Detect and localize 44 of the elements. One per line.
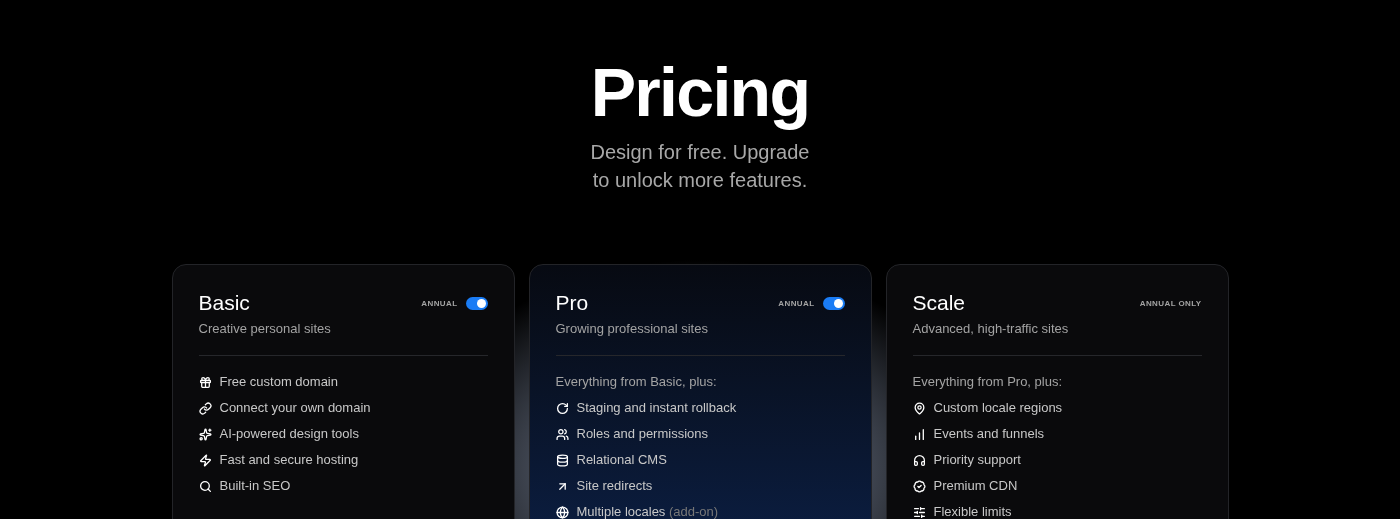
billing-label: ANNUAL: [778, 297, 815, 310]
feature-text: Roles and permissions: [576, 426, 708, 442]
billing-label: ANNUAL: [421, 297, 458, 310]
feature-text: Built-in SEO: [219, 478, 291, 494]
feature-text: Custom locale regions: [933, 400, 1063, 416]
badge-check-icon: [912, 479, 926, 493]
plan-tagline: Creative personal sites: [198, 321, 332, 337]
refresh-icon: [555, 401, 569, 415]
annual-toggle[interactable]: [465, 297, 488, 310]
feature-text: Premium CDN: [933, 478, 1018, 494]
feature-text: AI-powered design tools: [219, 426, 359, 442]
feature-text: Free custom domain: [219, 374, 338, 390]
annual-toggle[interactable]: [822, 297, 845, 310]
feature-text: Relational CMS: [576, 452, 667, 468]
headphones-icon: [912, 453, 926, 467]
database-icon: [555, 453, 569, 467]
feature-text: Staging and instant rollback: [576, 400, 737, 416]
plan-tagline: Growing professional sites: [555, 321, 709, 337]
lightning-icon: [198, 453, 212, 467]
search-icon: [198, 479, 212, 493]
billing-label: ANNUAL ONLY: [1139, 297, 1202, 310]
page-subtitle: Design for free. Upgrade to unlock more features.: [589, 140, 811, 193]
users-icon: [555, 427, 569, 441]
feature-text: Priority support: [933, 452, 1021, 468]
feature-text: Flexible limits: [933, 504, 1012, 519]
plan-name: Scale: [912, 291, 966, 315]
page-title: Pricing: [590, 53, 810, 132]
plan-intro: Everything from Pro, plus:: [912, 374, 1064, 390]
sliders-icon: [912, 505, 926, 519]
feature-text: Multiple locales (add-on): [576, 504, 719, 519]
plan-intro: Everything from Basic, plus:: [555, 374, 718, 390]
plan-tagline: Advanced, high-traffic sites: [912, 321, 1070, 337]
link-icon: [198, 401, 212, 415]
plan-name: Pro: [555, 291, 589, 315]
gift-icon: [198, 375, 212, 389]
feature-text: Connect your own domain: [219, 400, 371, 416]
bar-chart-icon: [912, 427, 926, 441]
feature-text: Events and funnels: [933, 426, 1045, 442]
feature-text: Fast and secure hosting: [219, 452, 359, 468]
globe-icon: [555, 505, 569, 519]
sparkles-icon: [198, 427, 212, 441]
map-pin-icon: [912, 401, 926, 415]
plan-name: Basic: [198, 291, 250, 315]
feature-text: Site redirects: [576, 478, 653, 494]
